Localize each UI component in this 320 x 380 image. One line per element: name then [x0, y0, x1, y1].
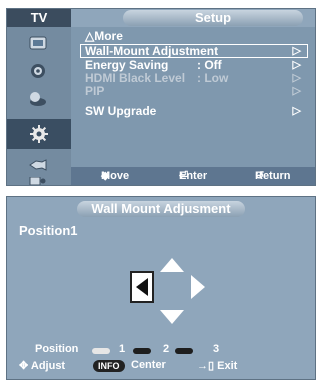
exit-hint: →▯ Exit: [197, 360, 238, 372]
menu-sidebar: [7, 27, 71, 185]
dpad-icon: ✥: [19, 360, 29, 372]
wall-mount-dialog: Wall Mount Adjusment Position1 Position …: [6, 196, 316, 380]
menu-item-label: SW Upgrade: [85, 104, 157, 118]
position-1-label: 1: [119, 343, 126, 355]
left-arrow-icon: [136, 278, 148, 296]
chevron-right-icon: ▷: [292, 105, 301, 117]
input-icon[interactable]: [21, 155, 55, 175]
right-arrow-icon[interactable]: [191, 275, 205, 299]
menu-title: Setup: [123, 10, 303, 26]
menu-item-more[interactable]: △More: [85, 30, 307, 43]
center-hint: Center: [131, 359, 166, 371]
application-icon[interactable]: [21, 177, 55, 185]
menu-selection-highlight: [80, 44, 308, 58]
setup-icon[interactable]: [7, 119, 71, 149]
menu-item-sw-upgrade[interactable]: SW Upgrade ▷: [85, 105, 307, 118]
chevron-right-icon: ▷: [292, 59, 301, 71]
chevron-right-icon: ▷: [292, 85, 301, 97]
setup-menu: TV Setup △More Wall-Mount Adjustment ▷ E…: [6, 8, 316, 186]
menu-item-label: PIP: [85, 84, 105, 98]
position-label: Position1: [19, 223, 78, 238]
sidebar-title: TV: [7, 9, 71, 27]
down-arrow-icon[interactable]: [160, 310, 184, 324]
menu-item-pip: PIP ▷: [85, 85, 307, 98]
left-arrow-button[interactable]: [130, 271, 154, 303]
position-2-label: 2: [163, 343, 170, 355]
position-1-indicator[interactable]: [92, 348, 110, 354]
exit-icon: →▯: [197, 360, 215, 372]
menu-item-value: : Low: [197, 71, 229, 85]
channel-icon[interactable]: [21, 89, 55, 109]
menu-item-hdmi-black-level: HDMI Black Level : Low ▷: [85, 72, 307, 85]
chevron-right-icon: ▷: [292, 72, 301, 84]
position-3-label: 3: [213, 343, 220, 355]
adjust-hint: ✥ Adjust: [19, 360, 66, 372]
position-text: Position: [35, 343, 79, 355]
menu-footer: ◆ Move ⏎ Enter ↺ Return: [71, 167, 315, 185]
up-arrow-icon[interactable]: [160, 258, 184, 272]
dialog-title: Wall Mount Adjusment: [77, 201, 245, 217]
position-3-indicator[interactable]: [175, 348, 193, 354]
position-2-indicator[interactable]: [133, 348, 151, 354]
info-button[interactable]: INFO: [93, 360, 125, 372]
picture-icon[interactable]: [21, 33, 55, 53]
menu-item-label: △More: [85, 29, 123, 43]
sound-icon[interactable]: [21, 61, 55, 81]
